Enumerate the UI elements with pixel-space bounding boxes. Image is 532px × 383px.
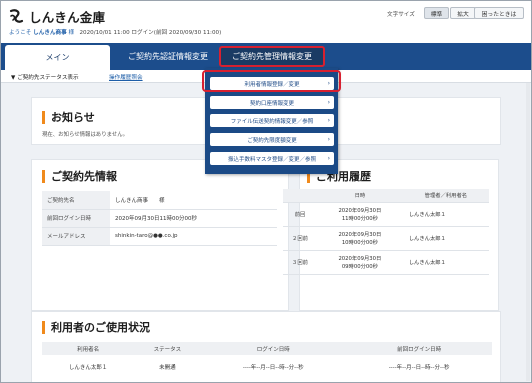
welcome-prefix: ようこそ bbox=[9, 30, 32, 36]
usage-date: 2020年09月30日 bbox=[338, 232, 382, 238]
contract-info-table: ご契約先名 しんきん商事 様 前回ログイン日時 2020年09月30日11時00… bbox=[42, 191, 277, 246]
shinkin-logo-icon bbox=[8, 8, 25, 25]
table-row: ご契約先名 しんきん商事 様 bbox=[42, 191, 277, 210]
chevron-right-icon: › bbox=[327, 136, 330, 143]
chevron-right-icon: › bbox=[327, 99, 330, 106]
chevron-right-icon: › bbox=[327, 117, 330, 124]
vertical-scrollbar[interactable] bbox=[526, 83, 530, 381]
menu-item-label: 契約口座情報変更 bbox=[249, 100, 294, 107]
chevron-right-icon: › bbox=[327, 155, 330, 162]
menu-item-label: ご契約先限度額変更 bbox=[247, 137, 297, 144]
usage-header-user: 管理者／利用者名 bbox=[402, 189, 489, 203]
menu-item-limit-change[interactable]: ご契約先限度額変更 › bbox=[210, 133, 334, 146]
highlight-box bbox=[202, 70, 341, 92]
users-header-name: 利用者名 bbox=[42, 342, 135, 355]
contract-name-key: ご契約先名 bbox=[42, 191, 110, 210]
usage-row-label: ３回前 bbox=[283, 250, 317, 275]
contract-info-title: ご契約先情報 bbox=[42, 168, 117, 184]
menu-item-label: ファイル伝送契約情報変更／参照 bbox=[230, 118, 314, 125]
login-info: 2020/10/01 11:00 ログイン(前回 2020/09/30 11:0… bbox=[79, 30, 222, 36]
welcome-text: ようこそ しんきん商事 様 2020/10/01 11:00 ログイン(前回 2… bbox=[9, 28, 221, 36]
user-usage-title: 利用者のご使用状況 bbox=[42, 319, 150, 335]
menu-item-file-transfer[interactable]: ファイル伝送契約情報変更／参照 › bbox=[210, 114, 334, 127]
users-row-login: ----年--月--日--時--分--秒 bbox=[242, 365, 304, 371]
contract-status-toggle[interactable]: ▼ ご契約先ステータス表示 bbox=[11, 73, 79, 81]
usage-row-user: しんきん太郎１ bbox=[402, 226, 489, 251]
app-window: しんきん金庫 ようこそ しんきん商事 様 2020/10/01 11:00 ログ… bbox=[0, 0, 532, 383]
usage-time: 09時00分00秒 bbox=[341, 264, 378, 270]
usage-row-label: ２回前 bbox=[283, 226, 317, 251]
table-row: しんきん太郎１ 未開通 ----年--月--日--時--分--秒 ----年--… bbox=[42, 355, 492, 379]
logo: しんきん金庫 bbox=[8, 7, 105, 26]
tab-main[interactable]: メイン bbox=[5, 45, 110, 70]
usage-row-datetime: 2020年09月30日 09時00分00秒 bbox=[317, 250, 403, 275]
main-nav: メイン ご契約先認証情報変更 ご契約先管理情報変更 bbox=[1, 43, 531, 70]
menu-item-label: 振込手数料マスタ登録／変更／参照 bbox=[227, 156, 316, 163]
table-row: ２回前 2020年09月30日 10時00分00秒 しんきん太郎１ bbox=[283, 226, 489, 251]
tab-auth-info-change[interactable]: ご契約先認証情報変更 bbox=[116, 43, 220, 70]
usage-row-user: しんきん太郎１ bbox=[402, 202, 489, 227]
usage-row-datetime: 2020年09月30日 10時00分00秒 bbox=[317, 226, 403, 251]
menu-item-fee-master[interactable]: 振込手数料マスタ登録／変更／参照 › bbox=[210, 152, 334, 165]
header: しんきん金庫 ようこそ しんきん商事 様 2020/10/01 11:00 ログ… bbox=[1, 1, 531, 43]
users-header-prev-login: 前回ログイン日時 bbox=[346, 342, 492, 355]
notice-text: 現在、お知らせ情報はありません。 bbox=[42, 132, 128, 138]
users-row-status: 未開通 bbox=[159, 365, 176, 371]
font-size-label: 文字サイズ bbox=[387, 12, 415, 18]
contract-info-panel: ご契約先情報 ご契約先名 しんきん商事 様 前回ログイン日時 2020年09月3… bbox=[31, 159, 289, 311]
usage-time: 11時00分00秒 bbox=[341, 216, 378, 222]
users-row-name: しんきん太郎１ bbox=[68, 365, 108, 371]
user-usage-table: 利用者名 ステータス ログイン日時 前回ログイン日時 しんきん太郎１ 未開通 -… bbox=[42, 342, 492, 379]
welcome-suffix: 様 bbox=[68, 30, 75, 36]
usage-date: 2020年09月30日 bbox=[338, 208, 382, 214]
table-row: 前回 2020年09月30日 11時00分00秒 しんきん太郎１ bbox=[283, 202, 489, 227]
users-header-login: ログイン日時 bbox=[200, 342, 347, 355]
table-row: メールアドレス shinkin-taro@●●.co.jp bbox=[42, 227, 277, 246]
font-large-button[interactable]: 拡大 bbox=[450, 7, 476, 19]
last-login-value: 2020年09月30日11時00分00秒 bbox=[110, 209, 277, 228]
email-key: メールアドレス bbox=[42, 227, 110, 246]
font-standard-button[interactable]: 標準 bbox=[424, 7, 449, 19]
usage-row-datetime: 2020年09月30日 11時00分00秒 bbox=[317, 202, 403, 227]
usage-row-label: 前回 bbox=[283, 202, 317, 227]
last-login-key: 前回ログイン日時 bbox=[42, 209, 110, 228]
table-header-row: 日時 管理者／利用者名 bbox=[283, 189, 489, 203]
usage-history-table: 日時 管理者／利用者名 前回 2020年09月30日 11時00分00秒 しんきん… bbox=[283, 189, 489, 275]
notice-title: お知らせ bbox=[42, 109, 95, 125]
usage-header-datetime: 日時 bbox=[317, 189, 403, 203]
users-row-prev-login: ----年--月--日--時--分--秒 bbox=[388, 365, 450, 371]
tab-contract-management-change[interactable]: ご契約先管理情報変更 bbox=[219, 46, 325, 67]
table-row: ３回前 2020年09月30日 09時00分00秒 しんきん太郎１ bbox=[283, 250, 489, 275]
users-header-status: ステータス bbox=[134, 342, 201, 355]
email-value: shinkin-taro@●●.co.jp bbox=[110, 227, 277, 246]
menu-item-account-change[interactable]: 契約口座情報変更 › bbox=[210, 96, 334, 109]
usage-date: 2020年09月30日 bbox=[338, 256, 382, 262]
table-header-row: 利用者名 ステータス ログイン日時 前回ログイン日時 bbox=[42, 342, 492, 355]
table-row: 前回ログイン日時 2020年09月30日11時00分00秒 bbox=[42, 209, 277, 228]
usage-time: 10時00分00秒 bbox=[341, 240, 378, 246]
welcome-name: しんきん商事 bbox=[33, 30, 67, 36]
contract-name-value: しんきん商事 様 bbox=[110, 191, 277, 210]
operation-history-link[interactable]: 操作履歴照会 bbox=[109, 73, 143, 81]
usage-row-user: しんきん太郎１ bbox=[402, 250, 489, 275]
usage-header-blank bbox=[283, 189, 317, 203]
user-usage-panel: 利用者のご使用状況 利用者名 ステータス ログイン日時 前回ログイン日時 しんき… bbox=[31, 311, 501, 382]
help-button[interactable]: 困ったときは bbox=[474, 7, 524, 19]
brand-name: しんきん金庫 bbox=[29, 10, 106, 25]
